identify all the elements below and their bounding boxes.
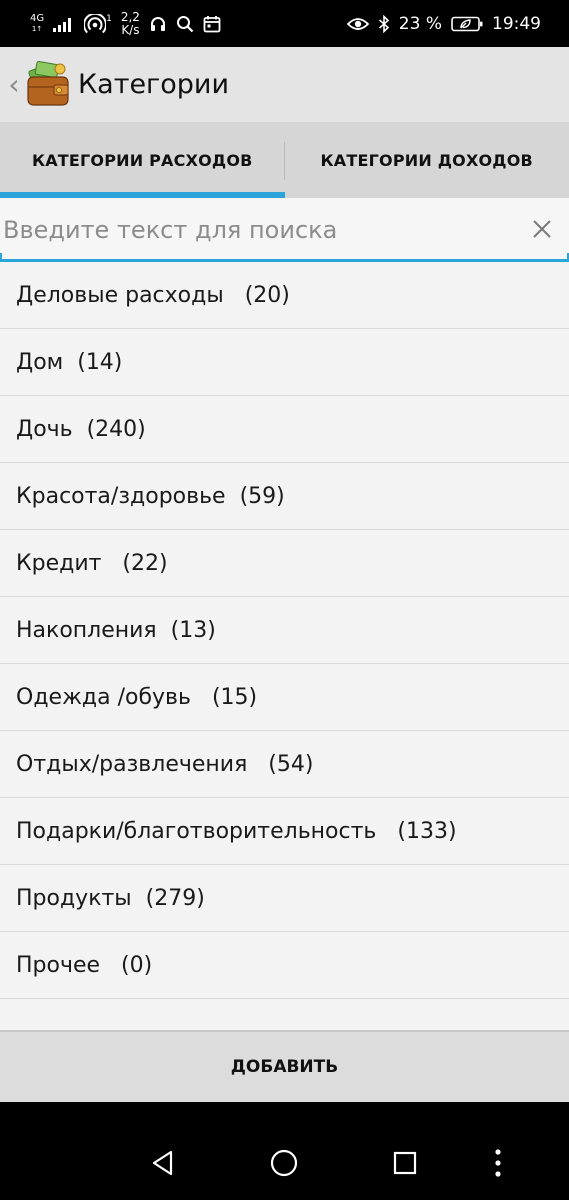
search-row [0, 198, 569, 262]
speed-value: 2,2 [120, 9, 140, 24]
status-bar: 4G 1↑ 1 2,2 K/s 23 % 19:49 [0, 0, 569, 47]
clock: 19:49 [492, 13, 541, 34]
tab-income-categories[interactable]: КАТЕГОРИИ ДОХОДОВ [285, 122, 569, 198]
network-type-label: 4G [30, 12, 45, 24]
app-toolbar: ‹ Категории [0, 47, 569, 122]
hotspot-count: 1 [106, 13, 112, 24]
network-type: 4G 1↑ [30, 12, 45, 34]
list-item[interactable]: Отдых/развлечения (54) [0, 731, 569, 798]
bluetooth-icon [378, 14, 390, 33]
wallet-logo-icon[interactable] [24, 60, 72, 109]
add-bar: ДОБАВИТЬ [0, 1030, 569, 1102]
calendar-icon [203, 15, 221, 33]
tab-label: КАТЕГОРИИ РАСХОДОВ [31, 150, 253, 170]
signal-icon [53, 16, 75, 32]
list-item[interactable]: Кредит (22) [0, 530, 569, 597]
list-item[interactable]: Прочее (0) [0, 932, 569, 999]
tab-expense-categories[interactable]: КАТЕГОРИИ РАСХОДОВ [0, 122, 285, 198]
search-icon [176, 15, 194, 33]
back-triangle-icon[interactable] [146, 1146, 180, 1180]
list-item[interactable]: Подарки/благотворительность (133) [0, 798, 569, 865]
more-dots-icon[interactable] [481, 1146, 515, 1180]
home-circle-icon[interactable] [267, 1146, 301, 1180]
search-input[interactable] [3, 208, 513, 252]
network-type-sub: 1↑ [31, 24, 43, 33]
list-item[interactable]: Дочь (240) [0, 396, 569, 463]
back-chevron-icon[interactable]: ‹ [4, 70, 24, 99]
list-item[interactable]: Накопления (13) [0, 597, 569, 664]
list-item[interactable]: Дом (14) [0, 329, 569, 396]
category-tabs: КАТЕГОРИИ РАСХОДОВ КАТЕГОРИИ ДОХОДОВ [0, 122, 569, 198]
list-item[interactable]: Одежда /обувь (15) [0, 664, 569, 731]
add-button[interactable]: ДОБАВИТЬ [225, 1056, 344, 1078]
speed-unit: K/s [121, 22, 140, 37]
list-item[interactable]: Продукты (279) [0, 865, 569, 932]
list-item[interactable]: Красота/здоровье (59) [0, 463, 569, 530]
hotspot-icon: 1 [84, 13, 112, 34]
page-title: Категории [78, 69, 229, 100]
headset-icon [149, 15, 167, 33]
eye-icon [346, 16, 369, 32]
category-list: Деловые расходы (20) Дом (14) Дочь (240)… [0, 262, 569, 1030]
status-right: 23 % 19:49 [346, 13, 541, 34]
battery-saver-icon [451, 16, 483, 32]
tab-label: КАТЕГОРИИ ДОХОДОВ [320, 150, 533, 170]
navigation-bar [0, 1102, 569, 1200]
battery-percent: 23 % [398, 13, 442, 34]
network-speed: 2,2 K/s [120, 9, 140, 37]
recents-square-icon[interactable] [388, 1146, 422, 1180]
status-left: 4G 1↑ 1 2,2 K/s [30, 9, 221, 37]
close-icon[interactable] [527, 214, 557, 244]
tab-divider [284, 142, 285, 180]
list-item[interactable]: Деловые расходы (20) [0, 262, 569, 329]
